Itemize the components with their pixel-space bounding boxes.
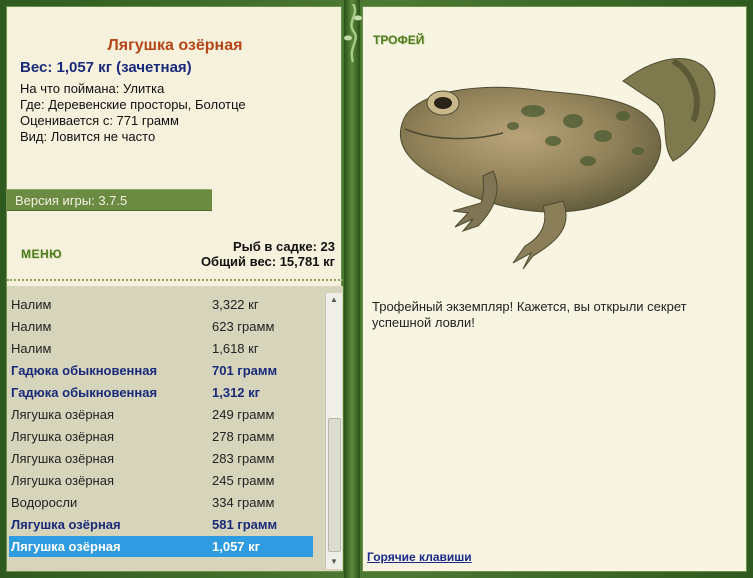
list-item[interactable]: Гадюка обыкновенная 701 грамм: [9, 360, 313, 381]
menu-button[interactable]: МЕНЮ: [21, 247, 62, 261]
list-item[interactable]: Налим 623 грамм: [9, 316, 313, 337]
list-item[interactable]: Водоросли 334 грамм: [9, 492, 313, 513]
list-item-weight: 278 грамм: [212, 429, 275, 444]
keepnet-stats: Рыб в садке: 23 Общий вес: 15,781 кг: [201, 239, 335, 269]
frog-image: [399, 58, 716, 270]
trophy-text: Трофейный экземпляр! Кажется, вы открыли…: [372, 299, 687, 330]
vine-ornament-icon: [344, 4, 362, 63]
panel-divider: [344, 0, 360, 578]
list-item-name: Лягушка озёрная: [11, 517, 121, 532]
list-item-weight: 701 грамм: [212, 363, 278, 378]
list-item-weight: 334 грамм: [212, 495, 275, 510]
scroll-down-icon[interactable]: ▼: [326, 555, 342, 569]
list-item[interactable]: Налим 1,618 кг: [9, 338, 313, 359]
list-item[interactable]: Лягушка озёрная 278 грамм: [9, 426, 313, 447]
list-item-weight: 1,618 кг: [212, 341, 259, 356]
list-item-weight: 623 грамм: [212, 319, 275, 334]
list-item-name: Гадюка обыкновенная: [11, 385, 158, 400]
list-item-name: Налим: [11, 297, 52, 312]
total-weight: Общий вес: 15,781 кг: [200, 254, 335, 269]
list-item-name: Налим: [11, 341, 52, 356]
list-item-name: Водоросли: [11, 495, 78, 510]
separator: [7, 279, 343, 281]
catch-bait: На что поймана: Улитка: [20, 81, 165, 96]
version-bar: Версия игры: 3.7.5: [7, 189, 212, 211]
catch-weight: Вес: 1,057 кг (зачетная): [20, 59, 192, 76]
list-item-weight: 283 грамм: [212, 451, 275, 466]
list-item-weight: 581 грамм: [212, 517, 278, 532]
list-scrollbar[interactable]: ▲ ▼: [325, 293, 342, 569]
list-item[interactable]: Налим 3,322 кг: [9, 294, 313, 315]
fish-count: Рыб в садке: 23: [232, 239, 335, 254]
catch-valued-from: Оценивается с: 771 грамм: [20, 113, 179, 128]
list-item-name: Налим: [11, 319, 52, 334]
catch-kind: Вид: Ловится не часто: [20, 129, 156, 144]
list-item[interactable]: Лягушка озёрная 283 грамм: [9, 448, 313, 469]
list-item-name: Лягушка озёрная: [11, 451, 115, 466]
left-panel: Лягушка озёрная Вес: 1,057 кг (зачетная)…: [6, 6, 343, 572]
list-item[interactable]: Гадюка обыкновенная 1,312 кг: [9, 382, 313, 403]
list-item[interactable]: Лягушка озёрная 581 грамм: [9, 514, 313, 535]
list-item-weight: 1,057 кг: [212, 539, 261, 554]
list-item-name: Гадюка обыкновенная: [11, 363, 158, 378]
scroll-up-icon[interactable]: ▲: [326, 293, 342, 307]
list-item-weight: 1,312 кг: [212, 385, 261, 400]
list-item[interactable]: Лягушка озёрная 1,057 кг: [9, 536, 313, 557]
list-item-name: Лягушка озёрная: [11, 473, 115, 488]
list-item[interactable]: Лягушка озёрная 245 грамм: [9, 470, 313, 491]
list-item-name: Лягушка озёрная: [11, 539, 121, 554]
hotkeys-link[interactable]: Горячие клавиши: [367, 550, 472, 564]
list-item-weight: 249 грамм: [212, 407, 275, 422]
catch-title: Лягушка озёрная: [107, 37, 243, 54]
list-item-name: Лягушка озёрная: [11, 429, 115, 444]
list-item-weight: 245 грамм: [212, 473, 275, 488]
list-item-weight: 3,322 кг: [212, 297, 259, 312]
right-panel: ТРОФЕЙ Трофейный экземпляр! Кажется, вы …: [362, 6, 747, 572]
list-item[interactable]: Лягушка озёрная 249 грамм: [9, 404, 313, 425]
catch-location: Где: Деревенские просторы, Болотце: [20, 97, 246, 112]
list-item-name: Лягушка озёрная: [11, 407, 115, 422]
catch-list: Налим 3,322 кг Налим 623 грамм Налим 1,618 кг…: [7, 286, 343, 571]
scroll-thumb[interactable]: [328, 418, 341, 552]
